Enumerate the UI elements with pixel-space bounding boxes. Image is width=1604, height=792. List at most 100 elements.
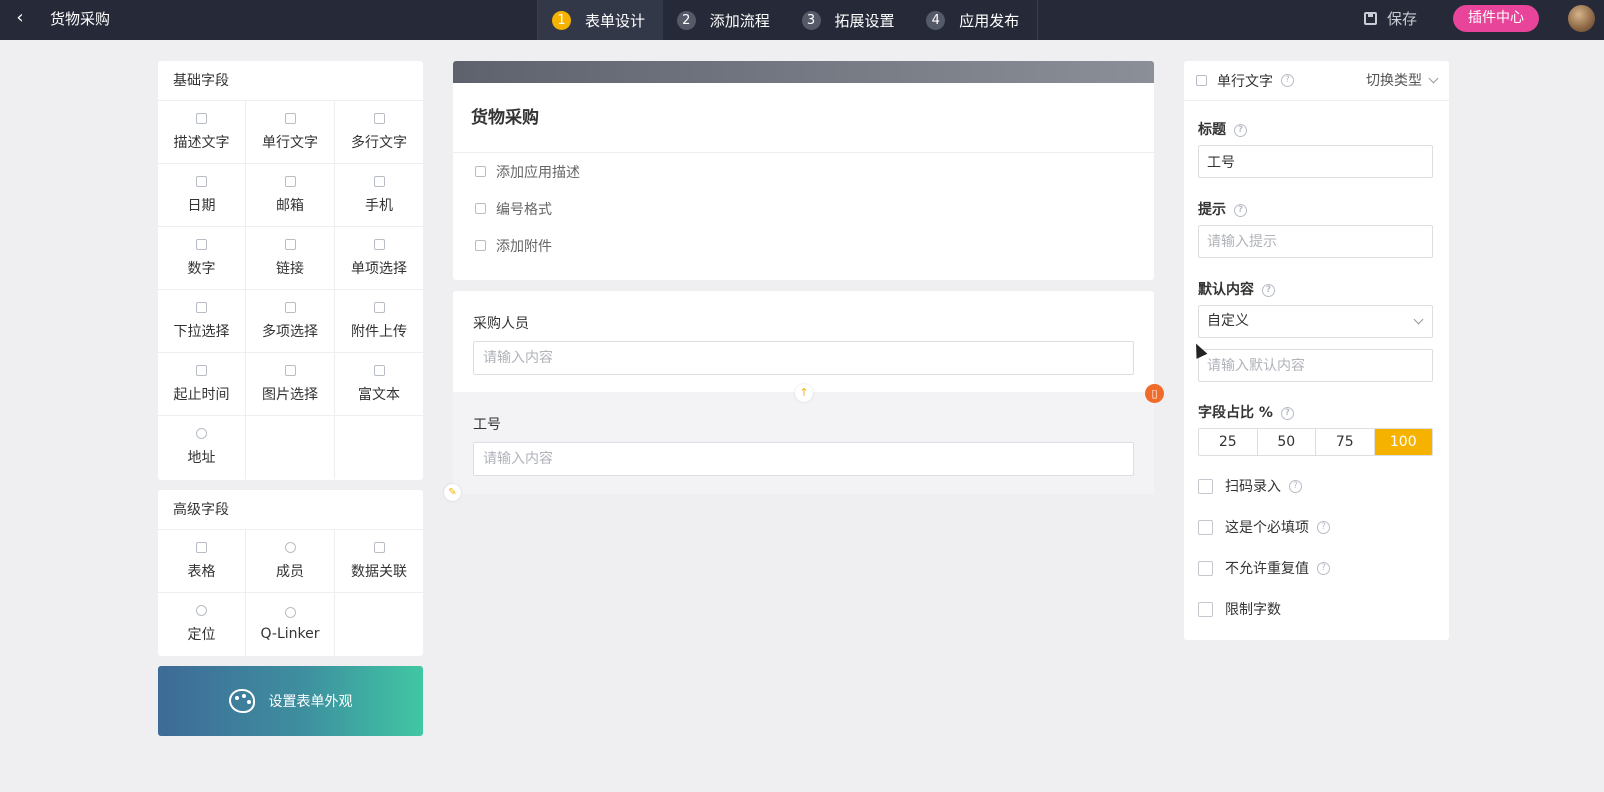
envelope-icon <box>284 175 296 187</box>
field-type-rich-text[interactable]: 富文本 <box>335 353 423 416</box>
title-input[interactable] <box>1198 145 1433 178</box>
step-tabs: 1 表单设计 2 添加流程 3 拓展设置 4 应用发布 <box>537 0 1038 40</box>
help-icon[interactable]: ? <box>1280 406 1294 420</box>
help-icon[interactable]: ? <box>1289 479 1302 493</box>
field-properties-panel: 单行文字 ? 切换类型 标题? 提示? 默认内容? 自定义 字段占比 %? 25… <box>1184 61 1449 640</box>
required-checkbox[interactable]: 这是个必填项? <box>1198 517 1330 537</box>
field-type-table[interactable]: 表格 <box>158 530 246 593</box>
field-type-number[interactable]: 数字 <box>158 227 246 290</box>
field-type-radio[interactable]: 单项选择 <box>335 227 423 290</box>
image-text-icon <box>373 112 385 124</box>
add-description-option[interactable]: 添加应用描述 <box>453 153 1154 190</box>
help-icon[interactable]: ? <box>1317 561 1330 575</box>
chevron-down-icon <box>1428 73 1439 84</box>
numbering-icon <box>475 203 486 214</box>
help-icon[interactable]: ? <box>1281 74 1294 87</box>
step-tab-publish[interactable]: 4 应用发布 <box>912 0 1037 40</box>
step-tab-add-flow[interactable]: 2 添加流程 <box>663 0 788 40</box>
back-button[interactable]: ‹ <box>10 6 30 30</box>
empty-cell <box>335 593 423 656</box>
hint-label: 提示? <box>1198 199 1247 219</box>
field-type-dropdown[interactable]: 下拉选择 <box>158 290 246 353</box>
step-label: 添加流程 <box>709 11 770 30</box>
switch-type-dropdown[interactable]: 切换类型 <box>1366 61 1439 101</box>
field-ratio-segmented: 25 50 75 100 <box>1198 428 1433 456</box>
app-title: 货物采购 <box>50 10 111 28</box>
form-header-banner <box>453 61 1154 83</box>
default-content-input[interactable] <box>1198 349 1433 382</box>
dropdown-icon <box>196 301 207 313</box>
ratio-option-25[interactable]: 25 <box>1199 429 1258 455</box>
share-icon <box>284 607 296 618</box>
scan-input-checkbox[interactable]: 扫码录入? <box>1198 476 1302 496</box>
ratio-option-100[interactable]: 100 <box>1374 429 1432 455</box>
arrow-up-icon: ↑ <box>799 386 809 399</box>
step-tab-form-design[interactable]: 1 表单设计 <box>538 0 663 40</box>
location-pin-icon <box>196 605 207 616</box>
set-form-appearance-button[interactable]: 设置表单外观 <box>158 666 423 736</box>
no-duplicate-checkbox[interactable]: 不允许重复值? <box>1198 558 1330 578</box>
delete-field-button[interactable]: ▯ <box>1145 384 1164 403</box>
help-icon[interactable]: ? <box>1317 520 1330 534</box>
field-type-attachment[interactable]: 附件上传 <box>335 290 423 353</box>
employee-id-input[interactable] <box>473 442 1134 476</box>
numbering-format-option[interactable]: 编号格式 <box>453 190 1154 227</box>
field-type-link[interactable]: 链接 <box>246 227 335 290</box>
field-type-single-line[interactable]: 单行文字 <box>246 101 335 164</box>
field-type-address[interactable]: 地址 <box>158 416 246 479</box>
rich-text-icon <box>373 364 385 376</box>
image-icon <box>284 364 296 376</box>
field-label: 工号 <box>473 417 501 433</box>
limit-chars-checkbox[interactable]: 限制字数 <box>1198 599 1281 619</box>
ratio-option-50[interactable]: 50 <box>1257 429 1316 455</box>
ratio-option-75[interactable]: 75 <box>1316 429 1375 455</box>
add-attachment-option[interactable]: 添加附件 <box>453 227 1154 264</box>
attachment-icon <box>373 301 385 313</box>
step-tab-extend-settings[interactable]: 3 拓展设置 <box>788 0 913 40</box>
field-type-data-relation[interactable]: 数据关联 <box>335 530 423 593</box>
field-type-description[interactable]: 描述文字 <box>158 101 246 164</box>
step-number: 2 <box>676 10 696 30</box>
save-icon <box>1364 11 1377 25</box>
field-type-date[interactable]: 日期 <box>158 164 246 227</box>
field-type-q-linker[interactable]: Q-Linker <box>246 593 335 656</box>
step-label: 表单设计 <box>585 11 646 30</box>
form-field-employee-id[interactable]: 工号 <box>453 392 1154 494</box>
default-mode-select[interactable]: 自定义 <box>1198 305 1433 338</box>
field-type-member[interactable]: 成员 <box>246 530 335 593</box>
advanced-fields-title: 高级字段 <box>158 490 423 530</box>
field-type-time-range[interactable]: 起止时间 <box>158 353 246 416</box>
empty-cell <box>246 416 335 479</box>
resize-field-button[interactable]: ✎ <box>444 484 461 501</box>
chevron-left-icon: ‹ <box>16 7 24 28</box>
form-field-buyer[interactable]: 采购人员 <box>453 291 1154 392</box>
buyer-input[interactable] <box>473 341 1134 375</box>
advanced-fields-panel: 高级字段 表格 成员 数据关联 定位 Q-Linker <box>158 490 423 656</box>
save-button[interactable]: 保存 <box>1364 0 1417 36</box>
default-content-label: 默认内容? <box>1198 279 1275 299</box>
help-icon[interactable]: ? <box>1262 283 1275 297</box>
avatar[interactable] <box>1568 5 1595 32</box>
plugin-center-button[interactable]: 插件中心 <box>1453 5 1539 32</box>
move-up-button[interactable]: ↑ <box>795 384 813 402</box>
user-icon <box>284 541 296 553</box>
step-number: 4 <box>926 10 946 30</box>
data-search-icon <box>373 541 385 553</box>
properties-header: 单行文字 ? 切换类型 <box>1184 61 1449 101</box>
field-type-email[interactable]: 邮箱 <box>246 164 335 227</box>
field-type-multi-line[interactable]: 多行文字 <box>335 101 423 164</box>
radio-icon <box>373 238 385 250</box>
title-label: 标题? <box>1198 119 1247 139</box>
checkbox-icon <box>284 301 296 313</box>
hint-input[interactable] <box>1198 225 1433 258</box>
field-type-phone[interactable]: 手机 <box>335 164 423 227</box>
help-icon[interactable]: ? <box>1234 203 1247 217</box>
comment-icon <box>475 166 486 177</box>
field-type-checkbox[interactable]: 多项选择 <box>246 290 335 353</box>
field-type-geolocation[interactable]: 定位 <box>158 593 246 656</box>
appearance-label: 设置表单外观 <box>268 694 353 710</box>
help-icon[interactable]: ? <box>1234 123 1247 137</box>
form-name[interactable]: 货物采购 <box>453 83 1154 153</box>
field-type-image[interactable]: 图片选择 <box>246 353 335 416</box>
basic-fields-panel: 基础字段 描述文字 单行文字 多行文字 日期 邮箱 手机 数字 链接 单项选择 … <box>158 61 423 480</box>
